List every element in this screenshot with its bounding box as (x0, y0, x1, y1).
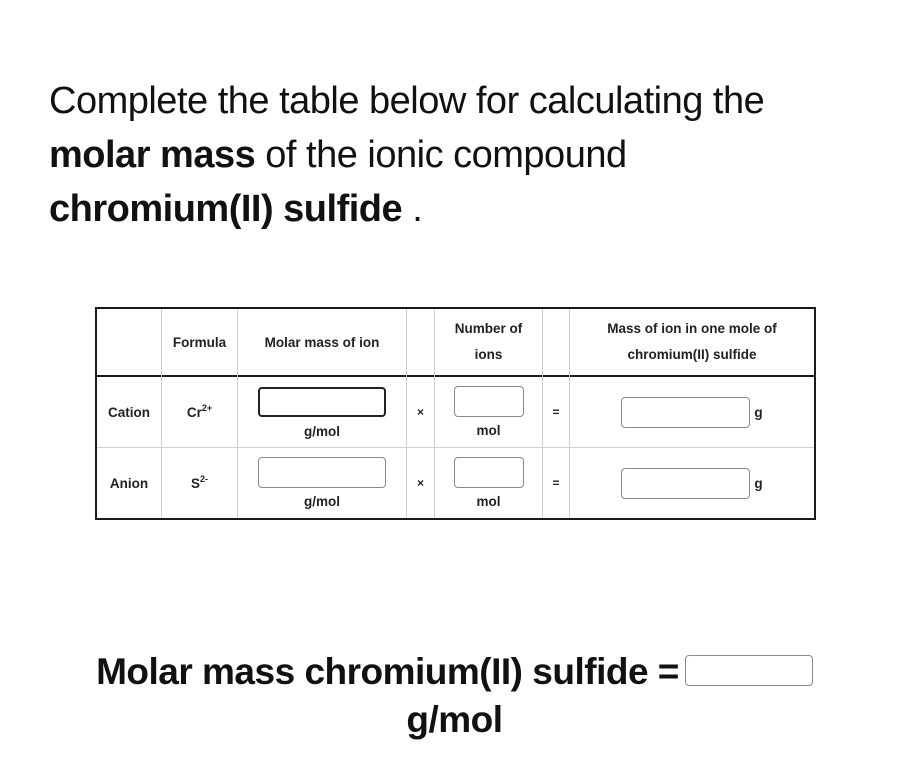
mass-of-ion-input-anion[interactable] (621, 467, 751, 499)
molar-mass-unit: g/mol (304, 424, 340, 439)
final-unit: g/mol (406, 699, 503, 740)
mass-unit: g (754, 404, 763, 420)
number-of-ions-input-anion[interactable] (453, 457, 524, 488)
mass-of-ion-input-cation[interactable] (621, 396, 751, 428)
question-prompt: Complete the table below for calculating… (49, 74, 849, 236)
equals-sign: = (552, 476, 560, 490)
equals-sign: = (552, 405, 560, 419)
number-unit: mol (476, 423, 501, 438)
header-mass-line1: Mass of ion in one mole of (607, 321, 777, 336)
row-label-anion: Anion (109, 475, 149, 491)
molar-mass-input-anion[interactable] (258, 457, 386, 488)
prompt-bold-compound: chromium(II) sulfide (49, 188, 403, 230)
mass-unit: g (754, 475, 763, 491)
formula-base: S (190, 475, 200, 491)
row-label-cation: Cation (108, 404, 150, 420)
prompt-text-3: . (402, 188, 423, 230)
header-mass-line2: chromium(II) sulfide (627, 347, 757, 362)
formula-cation: Cr2+ (162, 377, 237, 447)
header-formula: Formula (172, 334, 227, 350)
formula-charge: 2+ (201, 402, 213, 413)
header-mass-of-ion: Mass of ion in one mole of chromium(II) … (570, 309, 814, 375)
formula-anion: S2- (162, 448, 237, 518)
header-number-line2: ions (474, 347, 503, 362)
molar-mass-cell-cation: g/mol (238, 377, 406, 447)
prompt-text-2: of the ionic compound (255, 134, 627, 176)
number-unit: mol (476, 494, 501, 509)
final-label: Molar mass chromium(II) sulfide = (96, 651, 679, 692)
prompt-text-1: Complete the table below for calculating… (49, 80, 765, 122)
header-number-line1: Number of (454, 321, 523, 336)
times-sign: × (416, 476, 424, 490)
header-molar-mass: Molar mass of ion (264, 334, 380, 350)
mass-cell-anion: g (570, 448, 814, 518)
formula-base: Cr (186, 404, 202, 420)
formula-charge: 2- (200, 473, 209, 484)
number-of-ions-input-cation[interactable] (453, 386, 524, 417)
molar-mass-cell-anion: g/mol (238, 448, 406, 518)
mass-cell-cation: g (570, 377, 814, 447)
molar-mass-unit: g/mol (304, 494, 340, 509)
molar-mass-input-cation[interactable] (258, 387, 386, 417)
header-number-of-ions: Number of ions (435, 309, 542, 375)
final-molar-mass-input[interactable] (684, 654, 813, 686)
molar-mass-table: Formula Molar mass of ion Number of ions… (95, 307, 816, 520)
number-cell-anion: mol (435, 448, 542, 518)
times-sign: × (416, 405, 424, 419)
number-cell-cation: mol (435, 377, 542, 447)
final-answer: Molar mass chromium(II) sulfide = g/mol (0, 648, 909, 744)
prompt-bold-molar-mass: molar mass (49, 134, 256, 176)
